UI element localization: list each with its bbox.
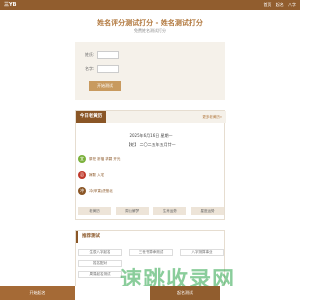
recommended-tests-title: 推荐测试 (82, 234, 100, 239)
name-test-form: 姓氏: 名字: 开始测试 (75, 42, 225, 100)
suitable-icon: 宜 (78, 155, 86, 163)
surname-row: 姓氏: (85, 51, 119, 59)
clash-icon: 冲 (78, 187, 86, 195)
almanac-item-clash: 冲 冲(甲寅)虎煞北 (78, 187, 113, 195)
surname-label: 姓氏: (85, 52, 95, 57)
start-test-button[interactable]: 开始测试 (89, 81, 121, 91)
almanac-item-text: 冲(甲寅)虎煞北 (89, 188, 113, 193)
link-three-lives-book[interactable]: 三世书算命测试 (129, 249, 173, 256)
name-label: 名字: (85, 66, 95, 71)
bottom-bar: 开始起名 起名测试 (0, 286, 300, 300)
link-name-match[interactable]: 姓名配对 (78, 260, 122, 267)
start-naming-button[interactable]: 开始起名 (0, 286, 75, 300)
zodiac-fortune-button[interactable]: 生肖运势 (153, 207, 187, 215)
link-bazi-career[interactable]: 八字测算事业 (180, 249, 224, 256)
almanac-button-row: 老黄历 周公解梦 生肖运势 星座运势 (78, 207, 224, 215)
page-title: 姓名评分测试打分 - 姓名测试打分 (97, 19, 203, 27)
top-navigation-bar: 三YB 首页 起名 八字 (0, 0, 300, 10)
avoid-icon: 忌 (78, 171, 86, 179)
dream-interpretation-button[interactable]: 周公解梦 (115, 207, 149, 215)
name-row: 名字: (85, 65, 119, 73)
link-bazi-naming[interactable]: 生辰八字起名 (78, 249, 122, 256)
almanac-lunar-date: 【蛇】 二〇二五年五月廿一 (126, 142, 176, 147)
almanac-tab[interactable]: 今日老黄历 (76, 111, 106, 123)
link-zhouyi-naming[interactable]: 周易起名测试 (78, 271, 122, 278)
almanac-item-text: 祭祀 祈福 求嗣 开光 (89, 156, 121, 161)
more-almanac-link[interactable]: 更多老黄历» (202, 111, 222, 123)
almanac-button[interactable]: 老黄历 (78, 207, 111, 215)
link-row: 生辰八字起名 三世书算命测试 八字测算事业 (78, 249, 224, 256)
surname-input[interactable] (97, 51, 119, 59)
nav-link-bazi[interactable]: 八字 (288, 2, 296, 7)
top-nav-links: 首页 起名 八字 (260, 0, 296, 10)
almanac-card: 今日老黄历 更多老黄历» 2025年6月16日 星期一 【蛇】 二〇二五年五月廿… (75, 110, 226, 220)
almanac-item-suitable: 宜 祭祀 祈福 求嗣 开光 (78, 155, 120, 163)
naming-test-button[interactable]: 起名测试 (150, 286, 220, 300)
page-subtitle: 免费姓名测试打分 (134, 28, 166, 33)
nav-link-naming[interactable]: 起名 (276, 2, 284, 7)
site-logo[interactable]: 三YB (4, 0, 16, 10)
almanac-card-header: 今日老黄历 更多老黄历» (76, 111, 226, 123)
almanac-date: 2025年6月16日 星期一 (129, 133, 173, 138)
recommended-tests-header: 推荐测试 (76, 231, 226, 243)
name-input[interactable] (97, 65, 119, 73)
nav-link-home[interactable]: 首页 (263, 2, 271, 7)
horoscope-button[interactable]: 星座运势 (190, 207, 224, 215)
almanac-item-avoid: 忌 嫁娶 入宅 (78, 171, 104, 179)
almanac-item-text: 嫁娶 入宅 (89, 172, 105, 177)
